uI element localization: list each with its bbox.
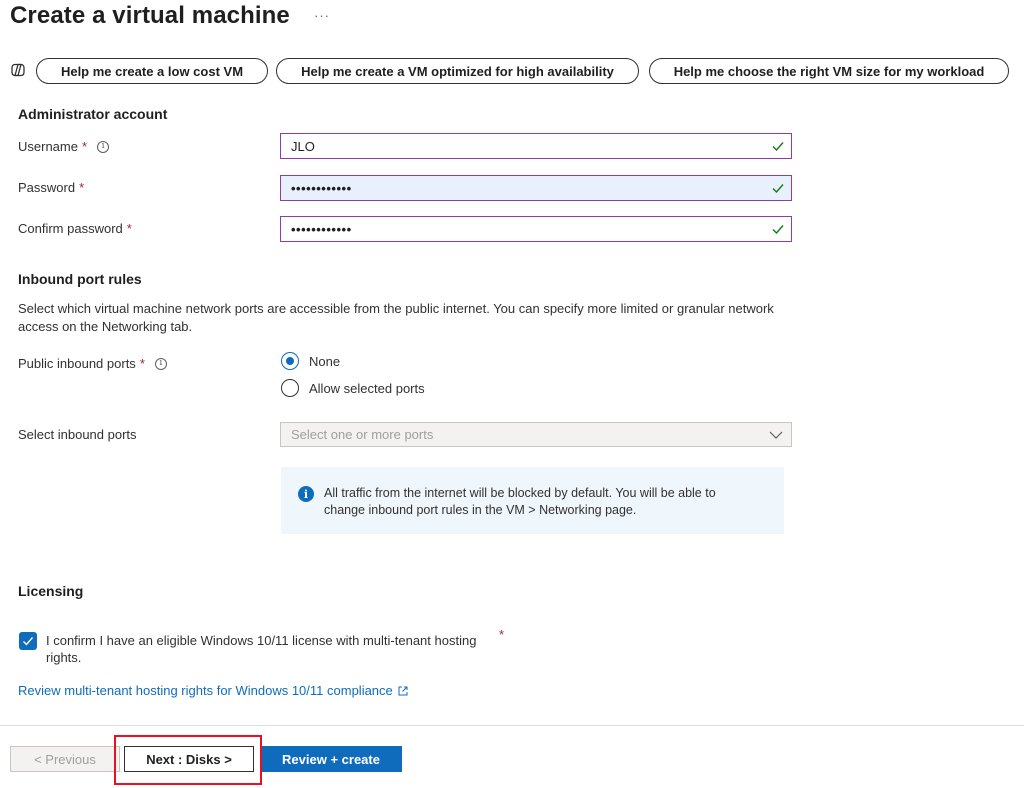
chevron-down-icon	[769, 431, 783, 439]
password-input[interactable]: ••••••••••••	[280, 175, 792, 201]
radio-none[interactable]: None	[281, 352, 340, 370]
valid-check-icon	[772, 225, 784, 235]
previous-button[interactable]: < Previous	[10, 746, 120, 772]
confirm-password-value: ••••••••••••	[291, 221, 352, 237]
license-confirm-text: I confirm I have an eligible Windows 10/…	[46, 633, 477, 665]
radio-allow-selected-ports[interactable]: Allow selected ports	[281, 379, 425, 397]
required-mark: *	[499, 627, 505, 642]
multi-tenant-rights-link[interactable]: Review multi-tenant hosting rights for W…	[18, 683, 408, 698]
radio-button-selected[interactable]	[281, 352, 299, 370]
required-mark: *	[81, 139, 88, 154]
public-inbound-ports-label-text: Public inbound ports	[18, 356, 136, 371]
valid-check-icon	[772, 142, 784, 152]
username-input[interactable]: JLO	[280, 133, 792, 159]
next-disks-button[interactable]: Next : Disks >	[124, 746, 254, 772]
inbound-description: Select which virtual machine network por…	[18, 301, 774, 334]
info-circle-icon: i	[298, 486, 314, 502]
page-title: Create a virtual machine	[10, 2, 290, 29]
password-value: ••••••••••••	[291, 180, 352, 196]
admin-account-heading: Administrator account	[18, 106, 168, 122]
password-label: Password *	[18, 180, 84, 195]
confirm-password-label: Confirm password *	[18, 221, 132, 236]
info-icon[interactable]: i	[154, 357, 167, 370]
confirm-password-input[interactable]: ••••••••••••	[280, 216, 792, 242]
multi-tenant-rights-link-text: Review multi-tenant hosting rights for W…	[18, 683, 393, 698]
license-confirm-checkbox[interactable]	[19, 632, 37, 650]
confirm-password-label-text: Confirm password	[18, 221, 123, 236]
required-mark: *	[79, 180, 85, 195]
vm-size-pill[interactable]: Help me choose the right VM size for my …	[649, 58, 1009, 84]
info-message-box: i All traffic from the internet will be …	[281, 467, 784, 534]
external-link-icon	[398, 686, 408, 695]
required-mark: *	[126, 221, 132, 236]
username-label-text: Username	[18, 139, 78, 154]
copilot-icon	[11, 63, 25, 77]
username-value: JLO	[291, 138, 315, 154]
info-message-text: All traffic from the internet will be bl…	[324, 486, 716, 517]
radio-allow-label: Allow selected ports	[309, 380, 425, 396]
inbound-port-rules-heading: Inbound port rules	[18, 271, 142, 287]
checkmark-icon	[23, 637, 34, 646]
licensing-heading: Licensing	[18, 583, 84, 599]
low-cost-vm-pill[interactable]: Help me create a low cost VM	[36, 58, 268, 84]
public-inbound-ports-label: Public inbound ports * i	[18, 356, 167, 371]
valid-check-icon	[772, 184, 784, 194]
required-mark: *	[139, 356, 145, 371]
password-label-text: Password	[18, 180, 76, 195]
inbound-ports-dropdown[interactable]: Select one or more ports	[280, 422, 792, 447]
select-inbound-ports-label: Select inbound ports	[18, 427, 137, 442]
info-icon[interactable]: i	[97, 140, 110, 153]
high-availability-vm-pill[interactable]: Help me create a VM optimized for high a…	[276, 58, 639, 84]
dropdown-placeholder: Select one or more ports	[291, 427, 434, 442]
radio-none-label: None	[309, 353, 341, 369]
radio-button[interactable]	[281, 379, 299, 397]
footer-divider	[0, 725, 1024, 726]
review-create-button[interactable]: Review + create	[260, 746, 402, 772]
more-options-icon[interactable]: ···	[314, 8, 330, 23]
username-label: Username * i	[18, 139, 110, 154]
